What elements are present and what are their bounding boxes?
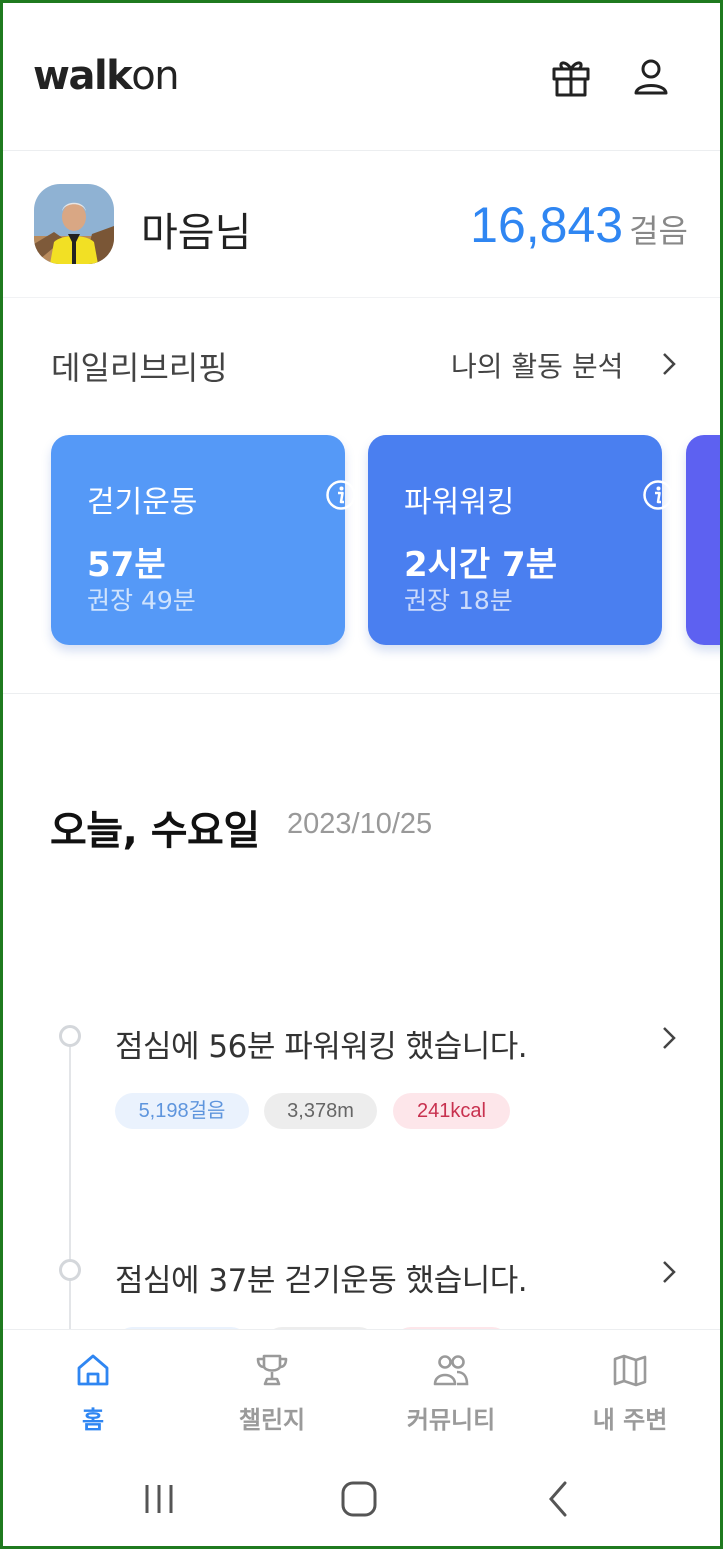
card-title: 걷기운동 (87, 485, 198, 520)
card-recommended: 권장 18분 (404, 586, 513, 615)
activity-analysis-link[interactable]: 나의 활동 분석 (451, 345, 623, 385)
today-date: 2023/10/25 (287, 808, 433, 840)
activity-text[interactable]: 점심에 37분 걷기운동 했습니다. (115, 1255, 528, 1300)
trophy-icon (256, 1354, 288, 1386)
info-icon[interactable] (325, 479, 357, 511)
user-icon[interactable] (631, 55, 671, 99)
nav-label: 내 주변 (592, 1406, 668, 1434)
nav-label: 홈 (81, 1406, 105, 1434)
power-walking-card[interactable]: 파워워킹 2시간 7분 권장 18분 (368, 435, 673, 645)
card-value: 57분 (87, 545, 166, 585)
avatar[interactable] (34, 184, 114, 264)
app-screen: walkon 마음님 16,843 걸음 데일리브리핑 나의 활동 분석 걷기운… (3, 3, 720, 1546)
map-icon (613, 1354, 647, 1387)
card-title: 파워워킹 (404, 485, 515, 520)
briefing-title: 데일리브리핑 (51, 349, 228, 387)
nav-label: 커뮤니티 (406, 1406, 496, 1434)
distance-badge: 3,378m (264, 1093, 377, 1129)
card-recommended: 권장 49분 (87, 586, 196, 615)
chevron-right-icon[interactable] (661, 1259, 677, 1285)
top-header: walkon (3, 3, 720, 151)
user-name: 마음님 (141, 210, 252, 256)
system-navigation-bar (3, 1449, 720, 1546)
nav-item-challenge[interactable]: 챌린지 (182, 1330, 362, 1450)
activity-text[interactable]: 점심에 56분 파워워킹 했습니다. (115, 1021, 528, 1066)
home-button-icon[interactable] (337, 1477, 381, 1521)
profile-summary: 마음님 16,843 걸음 (3, 152, 720, 298)
gift-icon[interactable] (551, 55, 591, 99)
nav-label: 챌린지 (238, 1406, 306, 1434)
steps-unit: 걸음 (629, 212, 688, 250)
bottom-navigation: 홈 챌린지 커뮤니티 내 주변 (3, 1329, 720, 1449)
today-title: 오늘, 수요일 (50, 808, 260, 854)
walking-card[interactable]: 걷기운동 57분 권장 49분 (51, 435, 356, 645)
total-steps: 16,843 걸음 (470, 196, 688, 254)
section-divider (3, 693, 720, 694)
steps-badge: 5,198걸음 (115, 1093, 249, 1129)
nav-item-community[interactable]: 커뮤니티 (361, 1330, 541, 1450)
calorie-badge: 241kcal (393, 1093, 510, 1129)
back-icon[interactable] (537, 1477, 581, 1521)
timeline-dot (59, 1025, 81, 1047)
steps-count: 16,843 (470, 197, 624, 253)
nav-item-nearby[interactable]: 내 주변 (540, 1330, 720, 1450)
recent-apps-icon[interactable] (137, 1477, 181, 1521)
home-icon (77, 1354, 109, 1386)
info-icon[interactable] (642, 479, 674, 511)
card-value: 2시간 7분 (404, 545, 557, 585)
chevron-right-icon[interactable] (661, 1025, 677, 1051)
community-icon (433, 1355, 469, 1386)
chevron-right-icon[interactable] (661, 351, 677, 377)
timeline-dot (59, 1259, 81, 1281)
app-logo: walkon (33, 53, 180, 99)
nav-item-home[interactable]: 홈 (3, 1330, 183, 1450)
partial-card[interactable] (686, 435, 720, 645)
timeline-line (69, 1043, 71, 1343)
